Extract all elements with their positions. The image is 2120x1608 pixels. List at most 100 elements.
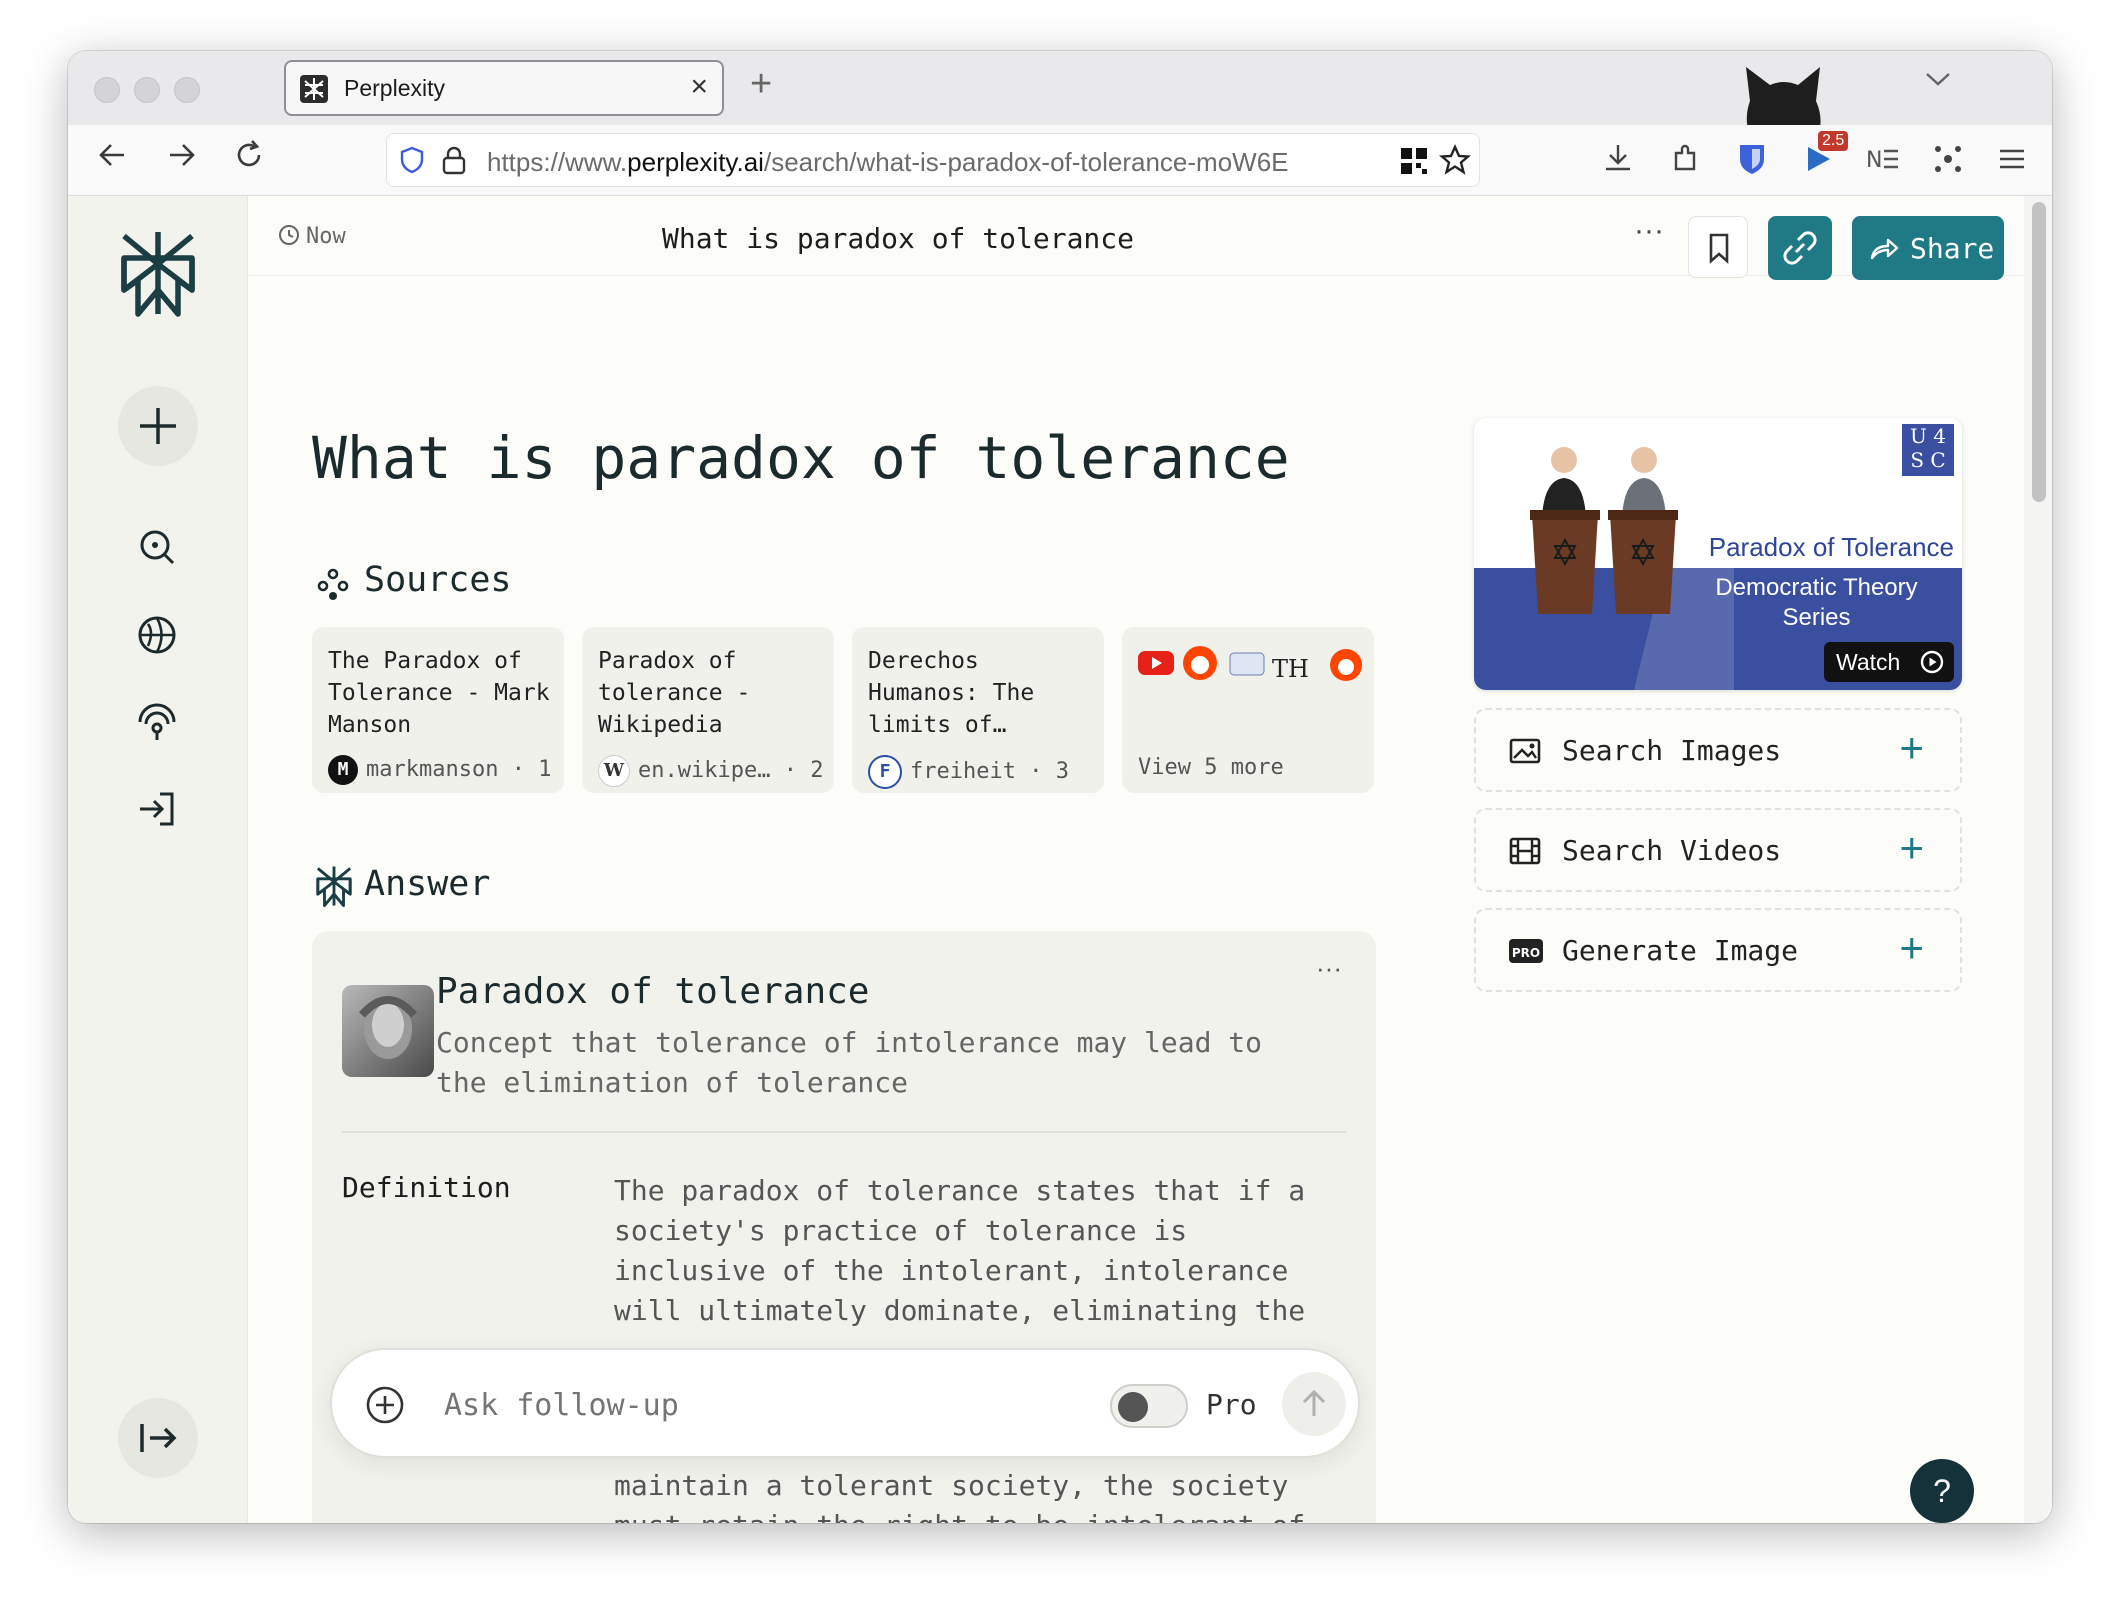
bookmark-button[interactable] [1688,216,1748,278]
back-arrow-icon[interactable] [96,138,130,180]
add-plus-icon[interactable]: + [1899,824,1924,872]
source-meta: Ffreiheit · 3 [868,755,1069,789]
perplexity-app: Now What is paradox of tolerance ··· Sha… [68,196,2052,1523]
logo-bottom-text: S C [1910,448,1946,472]
window-close-button[interactable] [94,77,120,103]
bookmark-star-icon[interactable] [1439,144,1471,176]
source-index: 3 [1055,759,1069,784]
follow-up-input-box[interactable]: Pro [330,1348,1360,1458]
pro-label: Pro [1206,1388,1257,1421]
pro-icon: PRO [1509,939,1543,963]
tab-list-chevron-icon[interactable] [1924,65,1952,96]
source-meta: Mmarkmanson · 1 [328,755,551,785]
image-icon [1509,738,1541,764]
svg-text:PRO: PRO [1512,946,1540,960]
bookmark-icon [1709,233,1729,264]
video-subtitle-2: Series [1782,604,1851,631]
bitwarden-shield-icon[interactable] [1734,141,1770,177]
link-icon [1783,231,1817,265]
search-videos-row[interactable]: Search Videos + [1474,808,1962,892]
share-button[interactable]: Share [1852,216,2004,280]
search-images-row[interactable]: Search Images + [1474,708,1962,792]
window-zoom-button[interactable] [174,77,200,103]
menu-hamburger-icon[interactable] [1994,141,2030,177]
search-videos-label: Search Videos [1562,834,1782,867]
source-card[interactable]: Paradox of tolerance - Wikipedia Wen.wik… [582,627,834,793]
spaces-broadcast-icon[interactable] [134,698,180,744]
u4sc-logo: U 4 S C [1902,424,1954,476]
sign-in-icon[interactable] [134,786,180,832]
extension-badge: 2.5 [1818,131,1849,151]
svg-text:TH: TH [1272,655,1309,683]
more-options-icon[interactable]: ··· [1634,214,1664,248]
shield-icon[interactable] [397,145,427,175]
perplexity-logo-icon[interactable] [116,228,200,318]
entity-title: Paradox of tolerance [436,971,870,1012]
watch-label: Watch [1836,649,1901,675]
source-site: markmanson [366,757,499,782]
qr-code-icon[interactable] [1399,146,1429,176]
svg-text:N: N [1866,148,1882,173]
source-meta: Wen.wikipe… · 2 [598,755,823,787]
source-favicons-icon: TH [1138,646,1362,683]
discover-search-icon[interactable] [134,524,180,570]
add-plus-icon[interactable]: + [1899,924,1924,972]
attach-plus-icon[interactable] [364,1384,406,1426]
scrollbar-thumb[interactable] [2032,202,2046,502]
sparkle-extension-icon[interactable] [1930,141,1966,177]
source-card[interactable]: Derechos Humanos: The limits of… Ffreihe… [852,627,1104,793]
card-divider [342,1131,1346,1133]
extensions-puzzle-icon[interactable] [1668,141,1704,177]
view-more-sources-card[interactable]: TH View 5 more [1122,627,1374,793]
film-icon [1509,837,1541,865]
url-bar[interactable]: https://www.perplexity.ai/search/what-is… [386,133,1480,187]
download-icon[interactable] [1600,141,1636,177]
tab-title: Perplexity [344,75,445,101]
add-plus-icon[interactable]: + [1899,724,1924,772]
source-card[interactable]: The Paradox of Tolerance - Mark Manson M… [312,627,564,793]
play-circle-icon [1920,650,1944,674]
window-minimize-button[interactable] [134,77,160,103]
thread-top-bar: Now What is paradox of tolerance ··· Sha… [248,196,2024,280]
expand-sidebar-button[interactable] [118,1398,198,1478]
statue-image [342,985,434,1077]
generate-image-row[interactable]: PRO Generate Image + [1474,908,1962,992]
view-more-label: View 5 more [1138,755,1284,780]
tab-close-icon[interactable]: × [690,70,708,104]
sources-icon [317,568,349,600]
entity-description: Concept that tolerance of intolerance ma… [436,1026,1263,1099]
source-title: The Paradox of Tolerance - Mark Manson [328,648,550,738]
globe-icon[interactable] [134,612,180,658]
tab-strip: Perplexity × + [68,51,2052,195]
definition-label: Definition [342,1171,511,1204]
generate-image-label: Generate Image [1562,934,1799,967]
reload-icon[interactable] [232,138,266,180]
video-title: Paradox of Tolerance [1708,532,1954,562]
browser-window: Perplexity × + https://www.perplexity.ai… [68,51,2052,1523]
help-button[interactable]: ? [1910,1459,1974,1523]
send-button[interactable] [1282,1372,1346,1436]
arrow-up-icon [1302,1389,1326,1416]
news-extension-icon[interactable]: N [1864,141,1900,177]
play-extension-button[interactable]: 2.5 [1800,131,1849,181]
source-title: Derechos Humanos: The limits of… [868,648,1035,738]
copy-link-button[interactable] [1768,216,1832,280]
watch-button[interactable]: Watch [1824,642,1954,682]
logo-top-text: U 4 [1910,424,1946,448]
lock-icon[interactable] [439,144,469,176]
wikipedia-favicon-icon: W [598,755,630,787]
new-tab-button[interactable]: + [750,63,772,106]
forward-arrow-icon[interactable] [164,138,198,180]
source-title: Paradox of tolerance - Wikipedia [598,648,751,738]
pro-toggle[interactable] [1110,1384,1188,1428]
search-images-label: Search Images [1562,734,1782,767]
url-text[interactable]: https://www.perplexity.ai/search/what-is… [487,147,1307,178]
video-thumbnail[interactable]: U 4 S C Paradox of Tolerance Democratic … [1474,418,1962,690]
follow-up-input[interactable] [442,1380,1046,1430]
page-title: What is paradox of tolerance [312,424,1290,492]
new-thread-button[interactable] [118,386,198,466]
source-index: 1 [538,757,552,782]
source-site: freiheit [910,759,1016,784]
card-more-icon[interactable]: ··· [1316,953,1342,984]
browser-tab[interactable]: Perplexity × [284,60,724,116]
